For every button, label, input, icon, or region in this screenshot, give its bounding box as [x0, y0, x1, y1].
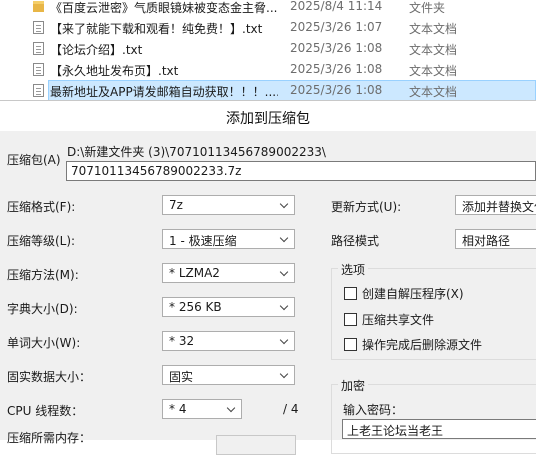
chevron-down-icon: [280, 200, 290, 210]
file-name: 【永久地址发布页】.txt: [50, 64, 179, 78]
file-type: 文本文档: [409, 43, 458, 57]
delete-after-label: 操作完成后删除源文件: [362, 338, 483, 352]
memory-value: [216, 435, 296, 455]
file-type: 文件夹: [409, 1, 446, 15]
chevron-down-icon: [280, 336, 290, 346]
sfx-label: 创建自解压程序(X): [362, 287, 464, 301]
text-file-icon: [33, 63, 44, 76]
chevron-down-icon: [280, 370, 290, 380]
file-name: 《百度云泄密》气质眼镜妹被变态金主脅...: [50, 1, 278, 15]
method-label: 压缩方法(M):: [7, 268, 79, 282]
file-row[interactable]: 【论坛介绍】.txt 2025/3/26 1:08 文本文档: [0, 38, 536, 60]
add-to-archive-dialog: 添加到压缩包 压缩包(A) D:\新建文件夹 (3)\7071011345678…: [0, 100, 536, 455]
path-mode-label: 路径模式: [331, 234, 380, 248]
file-type: 文本文档: [409, 85, 458, 99]
threads-label: CPU 线程数：: [7, 404, 84, 418]
shared-files-label: 压缩共享文件: [362, 313, 435, 327]
text-file-icon: [33, 84, 44, 97]
file-date: 2025/3/26 1:08: [290, 62, 383, 76]
delete-after-checkbox[interactable]: [344, 338, 357, 351]
level-label: 压缩等级(L):: [7, 234, 76, 248]
options-title: 选项: [338, 261, 369, 278]
threads-max: / 4: [283, 402, 299, 416]
archive-name-input[interactable]: 70710113456789002233.7z: [66, 161, 536, 181]
dialog-title: 添加到压缩包: [226, 111, 310, 127]
word-select[interactable]: * 32: [162, 331, 295, 351]
password-input[interactable]: 上老王论坛当老王: [342, 419, 536, 439]
file-name: 最新地址及APP请发邮箱自动获取！！！....: [50, 85, 278, 99]
file-type: 文本文档: [409, 22, 458, 36]
file-row-selected[interactable]: 最新地址及APP请发邮箱自动获取！！！.... 2025/3/26 1:08 文…: [0, 80, 536, 102]
chevron-down-icon: [280, 234, 290, 244]
format-select[interactable]: 7z: [162, 195, 295, 215]
file-date: 2025/3/26 1:08: [290, 41, 383, 55]
archive-path: D:\新建文件夹 (3)\70710113456789002233\: [67, 145, 326, 159]
sfx-checkbox[interactable]: [344, 287, 357, 300]
file-row[interactable]: 【来了就能下载和观看！纯免费！】.txt 2025/3/26 1:07 文本文档: [0, 17, 536, 39]
file-name: 【来了就能下载和观看！纯免费！】.txt: [50, 22, 263, 36]
shared-files-checkbox[interactable]: [344, 313, 357, 326]
folder-icon: [33, 1, 44, 12]
dict-select[interactable]: * 256 KB: [162, 297, 295, 317]
format-label: 压缩格式(F):: [7, 200, 76, 214]
file-row[interactable]: 《百度云泄密》气质眼镜妹被变态金主脅... 2025/8/4 11:14 文件夹: [0, 0, 536, 18]
method-select[interactable]: * LZMA2: [162, 263, 295, 283]
solid-label: 固实数据大小：: [7, 370, 92, 384]
file-name: 【论坛介绍】.txt: [50, 43, 143, 57]
password-label: 输入密码：: [343, 403, 404, 417]
encryption-title: 加密: [338, 377, 369, 394]
chevron-down-icon: [280, 268, 290, 278]
file-date: 2025/3/26 1:08: [290, 83, 383, 97]
file-date: 2025/8/4 11:14: [290, 0, 383, 13]
archive-label: 压缩包(A): [7, 153, 61, 167]
solid-select[interactable]: 固实: [162, 365, 295, 385]
dialog-titlebar[interactable]: 添加到压缩包: [0, 101, 536, 131]
path-mode-select[interactable]: 相对路径: [455, 229, 536, 249]
chevron-down-icon: [280, 302, 290, 312]
update-select[interactable]: 添加并替换文件: [455, 195, 536, 215]
file-list: 《百度云泄密》气质眼镜妹被变态金主脅... 2025/8/4 11:14 文件夹…: [0, 0, 536, 102]
dict-label: 字典大小(D):: [7, 302, 78, 316]
text-file-icon: [33, 21, 44, 34]
update-label: 更新方式(U):: [331, 200, 402, 214]
threads-select[interactable]: * 4: [162, 399, 242, 419]
level-select[interactable]: 1 - 极速压缩: [162, 229, 295, 249]
file-type: 文本文档: [409, 64, 458, 78]
word-label: 单词大小(W):: [7, 336, 81, 350]
memory-label: 压缩所需内存：: [7, 431, 92, 445]
file-date: 2025/3/26 1:07: [290, 20, 383, 34]
text-file-icon: [33, 42, 44, 55]
chevron-down-icon: [227, 404, 237, 414]
file-row[interactable]: 【永久地址发布页】.txt 2025/3/26 1:08 文本文档: [0, 59, 536, 81]
